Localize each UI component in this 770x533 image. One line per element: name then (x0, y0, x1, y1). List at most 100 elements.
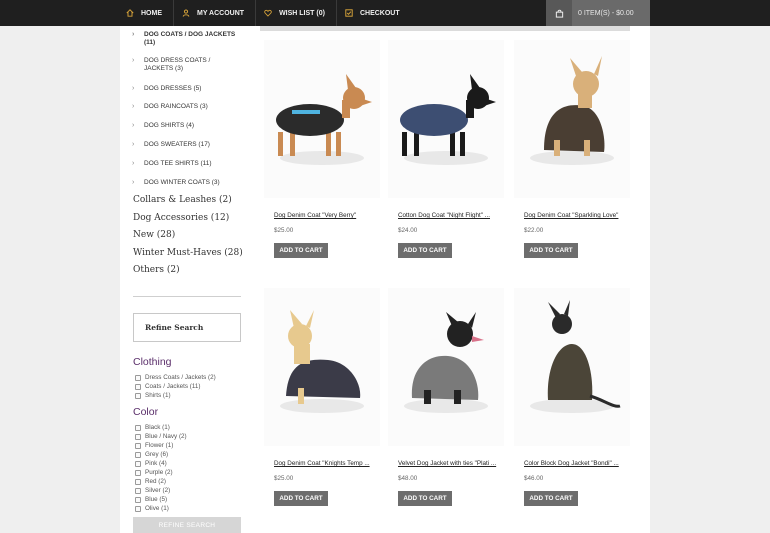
category-collars-leashes[interactable]: Collars & Leashes (2) (133, 195, 232, 205)
checkbox[interactable] (135, 469, 141, 476)
facet-option[interactable]: Grey (6) (135, 451, 168, 458)
checkbox[interactable] (135, 487, 141, 494)
product-photo (400, 74, 496, 165)
subcat-dog-winter-coats[interactable]: › DOG WINTER COATS (3) (132, 179, 238, 187)
facet-option-label: Black (1) (145, 424, 170, 431)
add-to-cart-button[interactable]: ADD TO CART (398, 243, 452, 258)
facet-option[interactable]: Blue (5) (135, 496, 167, 503)
facet-option-label: Red (2) (145, 478, 166, 485)
facet-option-label: Silver (2) (145, 487, 171, 494)
product-name[interactable]: Dog Denim Coat "Sparkling Love" (524, 212, 618, 219)
nav-wish-list[interactable]: WISH LIST (0) (256, 0, 337, 26)
facet-option-label: Coats / Jackets (11) (145, 383, 201, 390)
checkbox[interactable] (135, 478, 141, 485)
facet-option-label: Olive (1) (145, 505, 169, 512)
facet-option[interactable]: Purple (2) (135, 469, 173, 476)
home-icon (126, 9, 134, 17)
product-price: $24.00 (398, 227, 418, 234)
heart-icon (264, 9, 272, 17)
checkbox[interactable] (135, 442, 141, 449)
checkbox[interactable] (135, 451, 141, 458)
nav-checkout-label: CHECKOUT (359, 9, 400, 17)
checkout-icon (345, 9, 353, 17)
subcat-dog-dress-coats[interactable]: › DOG DRESS COATS / JACKETS (3) (132, 57, 238, 73)
checkbox[interactable] (135, 433, 141, 440)
checkbox[interactable] (135, 424, 141, 431)
checkbox[interactable] (135, 383, 141, 390)
category-winter-must-haves[interactable]: Winter Must-Haves (28) (133, 248, 243, 258)
refine-search-button[interactable]: REFINE SEARCH (133, 517, 241, 533)
product-image[interactable] (264, 40, 380, 198)
product-card: Cotton Dog Coat "Night Flight" ... $24.00… (388, 40, 504, 258)
add-to-cart-button[interactable]: ADD TO CART (274, 243, 328, 258)
color-facet-title: Color (133, 406, 159, 418)
category-others[interactable]: Others (2) (133, 265, 180, 275)
chevron-right-icon: › (132, 160, 135, 167)
subcat-dog-tee-shirts[interactable]: › DOG TEE SHIRTS (11) (132, 160, 238, 168)
chevron-right-icon: › (132, 122, 135, 129)
checkbox[interactable] (135, 496, 141, 503)
shopping-bag-icon (555, 9, 563, 18)
product-card: Velvet Dog Jacket with ties "Plati ... $4… (388, 288, 504, 506)
product-grid-top-strip (260, 26, 630, 31)
product-price: $25.00 (274, 227, 294, 234)
add-to-cart-button[interactable]: ADD TO CART (524, 243, 578, 258)
nav-home[interactable]: HOME (118, 0, 174, 26)
facet-option[interactable]: Red (2) (135, 478, 166, 485)
facet-option[interactable]: Pink (4) (135, 460, 167, 467)
facet-option[interactable]: Shirts (1) (135, 392, 171, 399)
product-card: Color Block Dog Jacket "Bondi" ... $46.00… (514, 288, 630, 506)
facet-option[interactable]: Black (1) (135, 424, 170, 431)
chevron-right-icon: › (132, 179, 135, 186)
category-new[interactable]: New (28) (133, 230, 175, 240)
product-image[interactable] (388, 288, 504, 446)
subcat-dog-shirts[interactable]: › DOG SHIRTS (4) (132, 122, 238, 130)
product-name[interactable]: Dog Denim Coat "Very Berry" (274, 212, 356, 219)
checkbox[interactable] (135, 374, 141, 381)
facet-option-label: Dress Coats / Jackets (2) (145, 374, 216, 381)
subcat-dog-raincoats[interactable]: › DOG RAINCOATS (3) (132, 103, 238, 111)
facet-option-label: Flower (1) (145, 442, 174, 449)
nav-my-account-label: MY ACCOUNT (197, 9, 245, 17)
facet-option-label: Purple (2) (145, 469, 173, 476)
product-photo (280, 310, 364, 413)
top-nav: HOME MY ACCOUNT WISH LIST (0) CHECKOUT (118, 0, 411, 26)
checkbox[interactable] (135, 392, 141, 399)
product-photo (276, 74, 372, 165)
refine-search-title: Refine Search (145, 323, 204, 332)
product-price: $46.00 (524, 475, 544, 482)
product-image[interactable] (514, 288, 630, 446)
add-to-cart-button[interactable]: ADD TO CART (398, 491, 452, 506)
product-price: $25.00 (274, 475, 294, 482)
product-name[interactable]: Dog Denim Coat "Knights Temp ... (274, 460, 370, 467)
add-to-cart-button[interactable]: ADD TO CART (274, 491, 328, 506)
checkbox[interactable] (135, 505, 141, 512)
subcat-dog-dresses[interactable]: › DOG DRESSES (5) (132, 85, 238, 93)
product-photo (404, 312, 488, 413)
product-image[interactable] (388, 40, 504, 198)
product-image[interactable] (264, 288, 380, 446)
facet-option[interactable]: Dress Coats / Jackets (2) (135, 374, 216, 381)
facet-option[interactable]: Olive (1) (135, 505, 169, 512)
subcat-dog-coats-jackets[interactable]: › DOG COATS / DOG JACKETS (11) (132, 31, 238, 47)
subcat-dog-sweaters[interactable]: › DOG SWEATERS (17) (132, 141, 238, 149)
product-price: $48.00 (398, 475, 418, 482)
product-name[interactable]: Velvet Dog Jacket with ties "Plati ... (398, 460, 496, 467)
facet-option-label: Shirts (1) (145, 392, 171, 399)
cart-icon-box (546, 0, 572, 26)
facet-option[interactable]: Flower (1) (135, 442, 173, 449)
facet-option[interactable]: Blue / Navy (2) (135, 433, 187, 440)
category-dog-accessories[interactable]: Dog Accessories (12) (133, 213, 229, 223)
cart-button[interactable]: 0 ITEM(S) - $0.00 (546, 0, 650, 26)
checkbox[interactable] (135, 460, 141, 467)
product-image[interactable] (514, 40, 630, 198)
facet-option[interactable]: Coats / Jackets (11) (135, 383, 201, 390)
product-name[interactable]: Cotton Dog Coat "Night Flight" ... (398, 212, 490, 219)
product-card: Dog Denim Coat "Knights Temp ... $25.00 AD… (264, 288, 380, 506)
add-to-cart-button[interactable]: ADD TO CART (524, 491, 578, 506)
product-photo (530, 56, 614, 165)
product-name[interactable]: Color Block Dog Jacket "Bondi" ... (524, 460, 619, 467)
facet-option[interactable]: Silver (2) (135, 487, 170, 494)
nav-checkout[interactable]: CHECKOUT (337, 0, 411, 26)
nav-my-account[interactable]: MY ACCOUNT (174, 0, 257, 26)
